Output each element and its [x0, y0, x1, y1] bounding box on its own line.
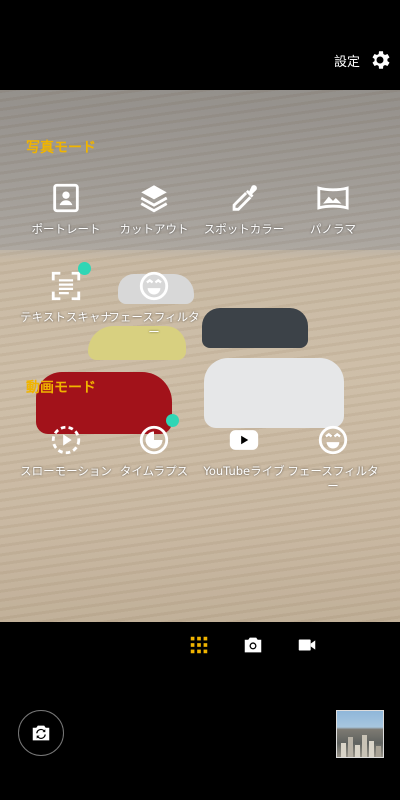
mode-timelapse[interactable]: タイムラプス — [104, 420, 204, 479]
camera-icon — [244, 637, 262, 653]
gear-icon — [372, 51, 390, 69]
switch-camera-button[interactable] — [18, 710, 64, 756]
settings-button[interactable]: 設定 — [334, 48, 392, 72]
switch-camera-icon — [32, 725, 50, 741]
mode-label: スローモーション — [20, 464, 112, 478]
mode-portrait[interactable]: ポートレート — [16, 178, 116, 237]
face-filter-icon — [318, 425, 348, 455]
youtube-icon — [229, 430, 259, 450]
new-badge — [166, 414, 179, 427]
mode-label: YouTubeライブ — [203, 464, 285, 478]
mode-panorama[interactable]: パノラマ — [283, 178, 383, 237]
portrait-icon — [53, 183, 79, 213]
mode-face-filter-video[interactable]: フェースフィルター — [283, 420, 383, 494]
grid-icon — [190, 636, 208, 654]
mode-label: カットアウト — [119, 222, 189, 236]
mode-slow-motion[interactable]: スローモーション — [16, 420, 116, 479]
face-filter-icon — [139, 271, 169, 301]
video-mode-button[interactable] — [294, 632, 320, 658]
new-badge — [78, 262, 91, 275]
mode-label: ポートレート — [31, 222, 101, 236]
mode-spot-color[interactable]: スポットカラー — [194, 178, 294, 237]
mode-grid-button[interactable] — [186, 632, 212, 658]
mode-face-filter[interactable]: フェースフィルター — [104, 266, 204, 340]
mode-label: パノラマ — [310, 222, 356, 236]
eyedropper-icon — [232, 185, 257, 211]
mode-label: タイムラプス — [119, 464, 189, 478]
mode-label: フェースフィルター — [108, 310, 200, 339]
wood-grain — [0, 90, 400, 622]
photo-mode-title: 写真モード — [26, 140, 96, 156]
mode-text-scanner[interactable]: テキストスキャナ — [16, 266, 116, 325]
panorama-icon — [317, 186, 349, 210]
video-mode-title: 動画モード — [26, 380, 96, 396]
mode-label: フェースフィルター — [287, 464, 379, 493]
top-bar: 設定 — [0, 0, 400, 90]
slow-motion-icon — [51, 425, 81, 455]
mode-label: テキストスキャナ — [20, 310, 112, 324]
timelapse-icon — [139, 425, 169, 455]
mode-youtube-live[interactable]: YouTubeライブ — [194, 420, 294, 479]
cutout-icon — [140, 185, 168, 213]
camera-viewfinder[interactable] — [0, 90, 400, 622]
settings-label: 設定 — [333, 54, 360, 70]
mode-cutout[interactable]: カットアウト — [104, 178, 204, 237]
mode-switcher — [0, 632, 400, 658]
gallery-thumbnail[interactable] — [336, 710, 384, 758]
scene-car-dark — [202, 308, 308, 348]
photo-mode-button[interactable] — [240, 632, 266, 658]
text-scanner-icon — [51, 271, 81, 301]
mode-label: スポットカラー — [203, 222, 285, 236]
video-icon — [298, 639, 316, 651]
scene-car-white — [204, 358, 344, 428]
